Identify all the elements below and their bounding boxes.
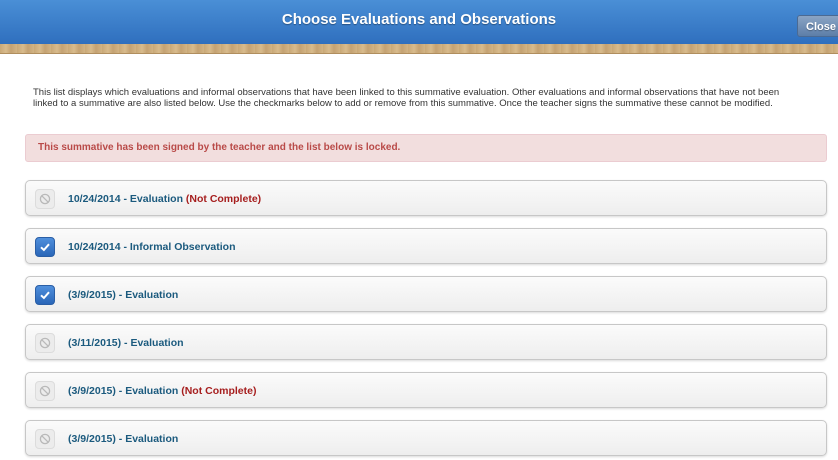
- list-item[interactable]: (3/11/2015) - Evaluation: [25, 324, 827, 360]
- checkbox-checked[interactable]: [35, 285, 55, 305]
- locked-checkbox: [35, 333, 55, 353]
- list-item-label: (3/9/2015) - Evaluation: [68, 433, 179, 445]
- list-item-label: 10/24/2014 - Informal Observation: [68, 241, 236, 253]
- checkmark-icon: [40, 243, 50, 252]
- intro-text: This list displays which evaluations and…: [33, 87, 780, 109]
- list-item[interactable]: (3/9/2015) - Evaluation: [25, 420, 827, 456]
- prohibited-icon: [39, 385, 51, 397]
- locked-alert: This summative has been signed by the te…: [25, 134, 827, 162]
- prohibited-icon: [39, 337, 51, 349]
- list-item-label: (3/9/2015) - Evaluation: [68, 289, 179, 301]
- list-item[interactable]: (3/9/2015) - Evaluation: [25, 276, 827, 312]
- list-item[interactable]: (3/9/2015) - Evaluation (Not Complete): [25, 372, 827, 408]
- list-item-label: (3/11/2015) - Evaluation: [68, 337, 184, 349]
- prohibited-icon: [39, 193, 51, 205]
- status-not-complete: (Not Complete): [181, 385, 257, 397]
- list-item-label: 10/24/2014 - Evaluation (Not Complete): [68, 193, 262, 205]
- checkmark-icon: [40, 291, 50, 300]
- dialog-header: Choose Evaluations and Observations Clos…: [0, 0, 838, 44]
- locked-checkbox: [35, 429, 55, 449]
- locked-checkbox: [35, 381, 55, 401]
- status-not-complete: (Not Complete): [185, 193, 262, 205]
- dialog-title: Choose Evaluations and Observations: [281, 11, 557, 28]
- close-button[interactable]: Close: [797, 15, 838, 37]
- prohibited-icon: [39, 433, 51, 445]
- list-item-label: (3/9/2015) - Evaluation (Not Complete): [68, 385, 257, 397]
- header-divider: [0, 44, 838, 54]
- list-item[interactable]: 10/24/2014 - Informal Observation: [25, 228, 827, 264]
- list-item[interactable]: 10/24/2014 - Evaluation (Not Complete): [25, 180, 827, 216]
- locked-checkbox: [35, 189, 55, 209]
- checkbox-checked[interactable]: [35, 237, 55, 257]
